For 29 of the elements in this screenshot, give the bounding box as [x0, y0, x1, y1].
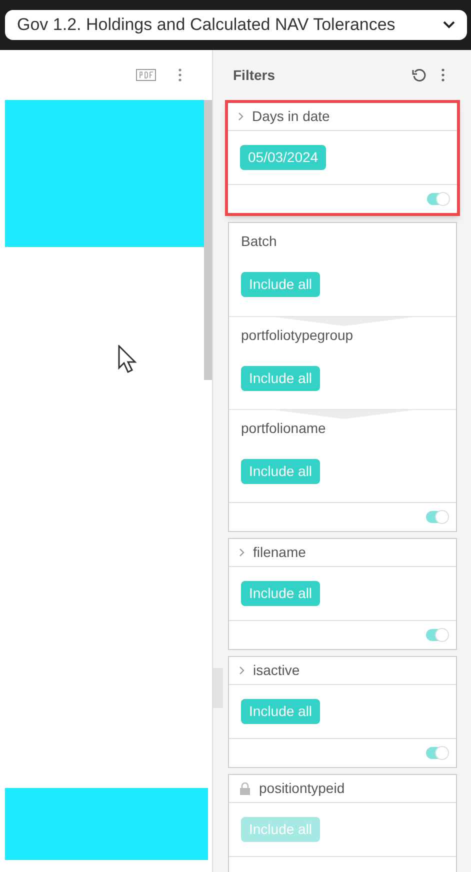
collapse-handle[interactable]: [213, 668, 223, 708]
more-options-icon[interactable]: [178, 68, 182, 82]
mouse-pointer-icon: [118, 345, 138, 375]
value-chip[interactable]: 05/03/2024: [240, 145, 326, 170]
filter-label: positiontypeid: [259, 779, 345, 798]
toggle-switch[interactable]: [426, 747, 448, 759]
pdf-icon[interactable]: [136, 69, 156, 81]
value-chip[interactable]: Include all: [241, 699, 320, 724]
filter-label: portfoliotypegroup: [241, 326, 354, 345]
filter-label: isactive: [253, 661, 300, 680]
filter-label: Batch: [241, 232, 277, 251]
chevron-right-icon[interactable]: [239, 666, 245, 675]
filter-label: filename: [253, 543, 306, 562]
value-chip[interactable]: Include all: [241, 272, 320, 297]
more-options-icon[interactable]: [441, 68, 445, 82]
value-chip[interactable]: Include all: [241, 459, 320, 484]
value-chip[interactable]: Include all: [241, 581, 320, 606]
chevron-right-icon[interactable]: [239, 548, 245, 557]
reset-icon[interactable]: [412, 68, 427, 82]
dashboard-select[interactable]: Gov 1.2. Holdings and Calculated NAV Tolerances: [5, 10, 467, 40]
toggle-switch[interactable]: [426, 629, 448, 641]
filter-label: Days in date: [252, 107, 330, 126]
toggle-switch[interactable]: [426, 511, 448, 523]
chevron-down-icon: [443, 21, 455, 29]
toggle-switch[interactable]: [427, 193, 449, 205]
panel-title: Filters: [233, 66, 276, 84]
filter-label: portfolioname: [241, 419, 326, 438]
chevron-right-icon[interactable]: [238, 112, 244, 121]
value-chip[interactable]: Include all: [241, 366, 320, 391]
